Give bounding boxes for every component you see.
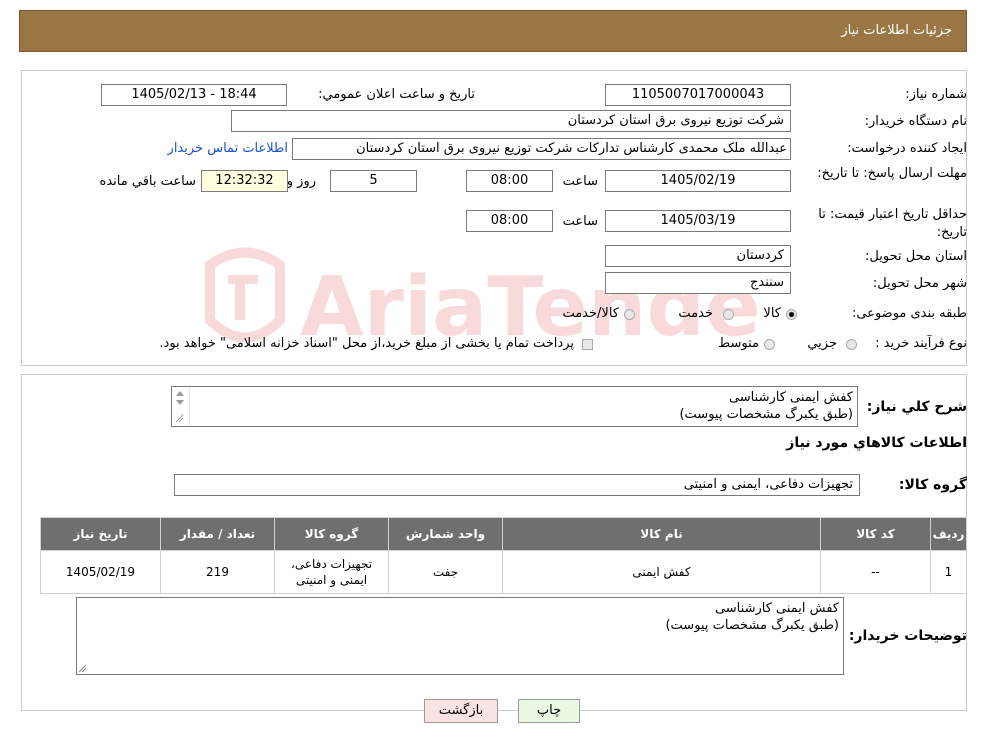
remaining-label: ساعت باقي مانده — [99, 174, 196, 189]
province-label: استان محل تحویل: — [865, 249, 967, 264]
goods-group-label: گروه کالا: — [898, 477, 967, 493]
buyer-org-label: نام دستگاه خریدار: — [864, 114, 967, 129]
deadline-time-label: ساعت — [562, 174, 598, 189]
table-header-row: ردیف کد کالا نام کالا واحد شمارش گروه کا… — [40, 517, 967, 551]
purchase-medium-label: متوسط — [718, 336, 759, 351]
purchase-type-label: نوع فرآیند خرید : — [875, 336, 967, 351]
need-number-label: شماره نیاز: — [905, 87, 967, 102]
purchase-note: پرداخت تمام یا بخشی از مبلغ خرید،از محل … — [159, 336, 574, 351]
validity-time-label: ساعت — [562, 214, 598, 229]
deadline-time-field: 08:00 — [466, 170, 553, 192]
cell-row-number: 1 — [930, 550, 967, 594]
cell-code: -- — [820, 550, 931, 594]
table-row: 1 -- کفش ایمنی جفت تجهیزات دفاعی، ایمنی … — [40, 550, 967, 594]
page-title: جزئیات اطلاعات نیاز — [841, 23, 952, 38]
resize-grip-icon[interactable] — [77, 662, 89, 674]
purchase-minor-radio[interactable] — [846, 339, 857, 350]
treasury-checkbox[interactable] — [582, 339, 593, 350]
col-header-quantity: تعداد / مقدار — [160, 517, 275, 551]
general-desc-textarea[interactable]: کفش ایمنی کارشناسی (طبق یکبرگ مشخصات پیو… — [171, 386, 858, 427]
category-service-label: خدمت — [678, 306, 713, 321]
remaining-time-field: 12:32:32 — [201, 170, 288, 192]
back-button[interactable]: بازگشت — [424, 699, 498, 723]
general-desc-scrollbar[interactable] — [172, 387, 190, 426]
scroll-arrows-icon — [175, 391, 184, 423]
validity-date-field: 1405/03/19 — [605, 210, 791, 232]
col-header-need-date: تاریخ نیاز — [40, 517, 161, 551]
col-header-unit: واحد شمارش — [388, 517, 503, 551]
purchase-medium-radio[interactable] — [764, 339, 775, 350]
purchase-minor-label: جزیي — [807, 336, 837, 351]
col-header-group: گروه کالا — [274, 517, 389, 551]
days-label: روز و — [286, 174, 316, 189]
requester-field: عبدالله ملک محمدی کارشناس تدارکات شرکت ت… — [292, 138, 791, 160]
need-number-field: 1105007017000043 — [605, 84, 791, 106]
cell-name: کفش ایمنی — [502, 550, 821, 594]
announce-label: تاریخ و ساعت اعلان عمومي: — [318, 87, 475, 102]
category-both-radio[interactable] — [624, 309, 635, 320]
deadline-label: مهلت ارسال پاسخ: تا تاریخ: — [817, 166, 967, 181]
cell-quantity: 219 — [160, 550, 275, 594]
buyer-contact-link[interactable]: اطلاعات تماس خریدار — [168, 141, 288, 156]
deadline-date-field: 1405/02/19 — [605, 170, 791, 192]
city-field: سنندج — [605, 272, 791, 294]
validity-label: حداقل تاریخ اعتبار قیمت: تا تاریخ: — [818, 207, 967, 240]
buyer-notes-textarea[interactable]: کفش ایمنی کارشناسی (طبق یکبرگ مشخصات پیو… — [76, 597, 844, 675]
province-field: کردستان — [605, 245, 791, 267]
col-header-row-number: ردیف — [930, 517, 967, 551]
cell-need-date: 1405/02/19 — [40, 550, 161, 594]
col-header-name: نام کالا — [502, 517, 821, 551]
days-field: 5 — [330, 170, 417, 192]
category-label: طبقه بندی موضوعی: — [851, 306, 967, 321]
city-label: شهر محل تحویل: — [872, 276, 967, 291]
general-desc-label: شرح کلي نیاز: — [866, 399, 967, 415]
category-service-radio[interactable] — [723, 309, 734, 320]
category-goods-radio[interactable] — [786, 309, 797, 320]
category-goods-label: کالا — [763, 306, 781, 321]
cell-unit: جفت — [388, 550, 503, 594]
goods-group-field: تجهیزات دفاعی، ایمنی و امنیتی — [174, 474, 860, 496]
requester-label: ایجاد کننده درخواست: — [847, 141, 967, 156]
col-header-code: کد کالا — [820, 517, 931, 551]
cell-group: تجهیزات دفاعی، ایمنی و امنیتی — [274, 550, 389, 594]
buyer-notes-label: توضیحات خریدار: — [848, 628, 967, 644]
page-header: جزئیات اطلاعات نیاز — [19, 10, 967, 52]
items-info-title: اطلاعات کالاهاي مورد نیاز — [786, 435, 967, 451]
category-both-label: کالا/خدمت — [562, 306, 619, 321]
print-button[interactable]: چاپ — [518, 699, 580, 723]
announce-field: 1405/02/13 - 18:44 — [101, 84, 287, 106]
buyer-org-field: شرکت توزیع نیروی برق استان کردستان — [231, 110, 791, 132]
items-table: ردیف کد کالا نام کالا واحد شمارش گروه کا… — [40, 517, 967, 594]
validity-time-field: 08:00 — [466, 210, 553, 232]
